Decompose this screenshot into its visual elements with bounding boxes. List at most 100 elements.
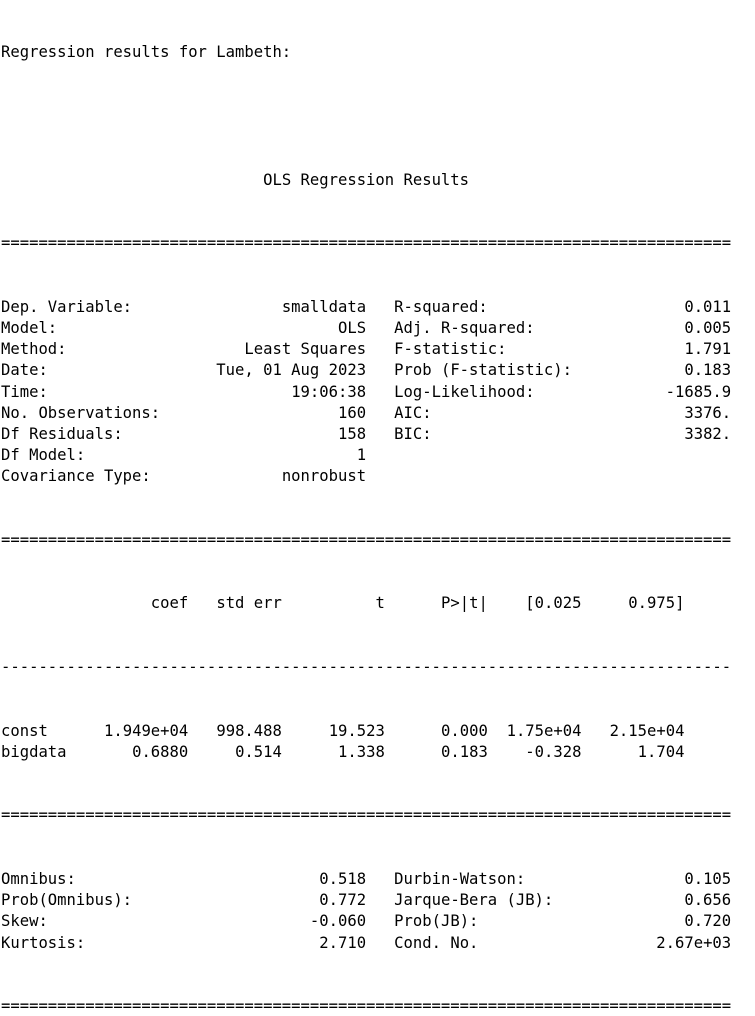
title-text: OLS Regression Results (263, 170, 470, 189)
coef-cell: 1.949e+04 (104, 721, 189, 740)
stat-row: Date: Tue, 01 Aug 2023 Prob (F-statistic… (1, 360, 731, 381)
stat-row: Kurtosis: 2.710 Cond. No. 2.67e+03 (1, 933, 731, 954)
right-label: Durbin-Watson: (394, 870, 526, 889)
stat-row: Covariance Type: nonrobust (1, 466, 731, 487)
stat-row: Omnibus: 0.518 Durbin-Watson: 0.105 (1, 869, 731, 890)
variable-name: bigdata (1, 742, 67, 761)
stat-row: Skew: -0.060 Prob(JB): 0.720 (1, 911, 731, 932)
left-label: Omnibus: (1, 870, 76, 889)
left-value: 158 (337, 424, 367, 443)
coef-cell: 0.000 (441, 721, 488, 740)
right-value: 0.183 (684, 361, 732, 380)
right-label: Adj. R-squared: (394, 318, 535, 337)
left-label: No. Observations: (1, 403, 161, 422)
column-header: coef (150, 594, 189, 613)
coef-cell: 2.15e+04 (609, 721, 685, 740)
left-label: Df Residuals: (1, 424, 123, 443)
left-value: nonrobust (281, 467, 367, 486)
right-label: Log-Likelihood: (394, 382, 535, 401)
left-value: Tue, 01 Aug 2023 (216, 361, 367, 380)
left-value: 2.710 (319, 933, 367, 952)
right-value: 0.011 (684, 297, 732, 316)
coef-cell: 1.338 (338, 742, 385, 761)
right-label: BIC: (394, 424, 432, 443)
left-value: 0.772 (319, 891, 367, 910)
coef-row: bigdata 0.6880 0.514 1.338 0.183 -0.328 … (1, 742, 731, 763)
right-label: F-statistic: (394, 340, 507, 359)
stat-row: Model: OLS Adj. R-squared: 0.005 (1, 318, 731, 339)
left-label: Method: (1, 340, 67, 359)
column-header: P>|t| (441, 594, 488, 613)
left-value: Least Squares (244, 340, 367, 359)
column-header: std err (216, 594, 282, 613)
right-value: 2.67e+03 (656, 933, 732, 952)
variable-name: const (1, 721, 48, 740)
coef-cell: 0.514 (235, 742, 282, 761)
right-label: Prob (F-statistic): (394, 361, 572, 380)
double-rule: ========================================… (1, 997, 732, 1016)
right-value: 3382. (684, 424, 732, 443)
left-value: 19:06:38 (291, 382, 367, 401)
coef-table-body: const 1.949e+04 998.488 19.523 0.000 1.7… (1, 721, 731, 763)
column-header: t (375, 594, 385, 613)
stat-row: Df Residuals: 158 BIC: 3382. (1, 424, 731, 445)
right-value: 0.656 (684, 891, 732, 910)
right-label: Jarque-Bera (JB): (394, 891, 554, 910)
left-value: 1 (356, 446, 367, 465)
right-value: 0.720 (684, 912, 732, 931)
coef-cell: -0.328 (525, 742, 582, 761)
double-rule: ========================================… (1, 234, 732, 253)
right-value: 0.005 (684, 318, 732, 337)
right-value: -1685.9 (665, 382, 732, 401)
summary-title: OLS Regression Results (1, 170, 731, 191)
left-label: Covariance Type: (1, 467, 151, 486)
coef-cell: 19.523 (328, 721, 385, 740)
stat-row: Time: 19:06:38 Log-Likelihood: -1685.9 (1, 382, 731, 403)
output-header: Regression results for Lambeth: (1, 43, 292, 62)
stat-row: Method: Least Squares F-statistic: 1.791 (1, 339, 731, 360)
left-value: -0.060 (309, 912, 367, 931)
right-label: R-squared: (394, 297, 488, 316)
left-label: Dep. Variable: (1, 297, 133, 316)
left-label: Kurtosis: (1, 933, 86, 952)
left-value: 0.518 (319, 870, 367, 889)
model-info-table: Dep. Variable: smalldata R-squared: 0.01… (1, 297, 731, 488)
